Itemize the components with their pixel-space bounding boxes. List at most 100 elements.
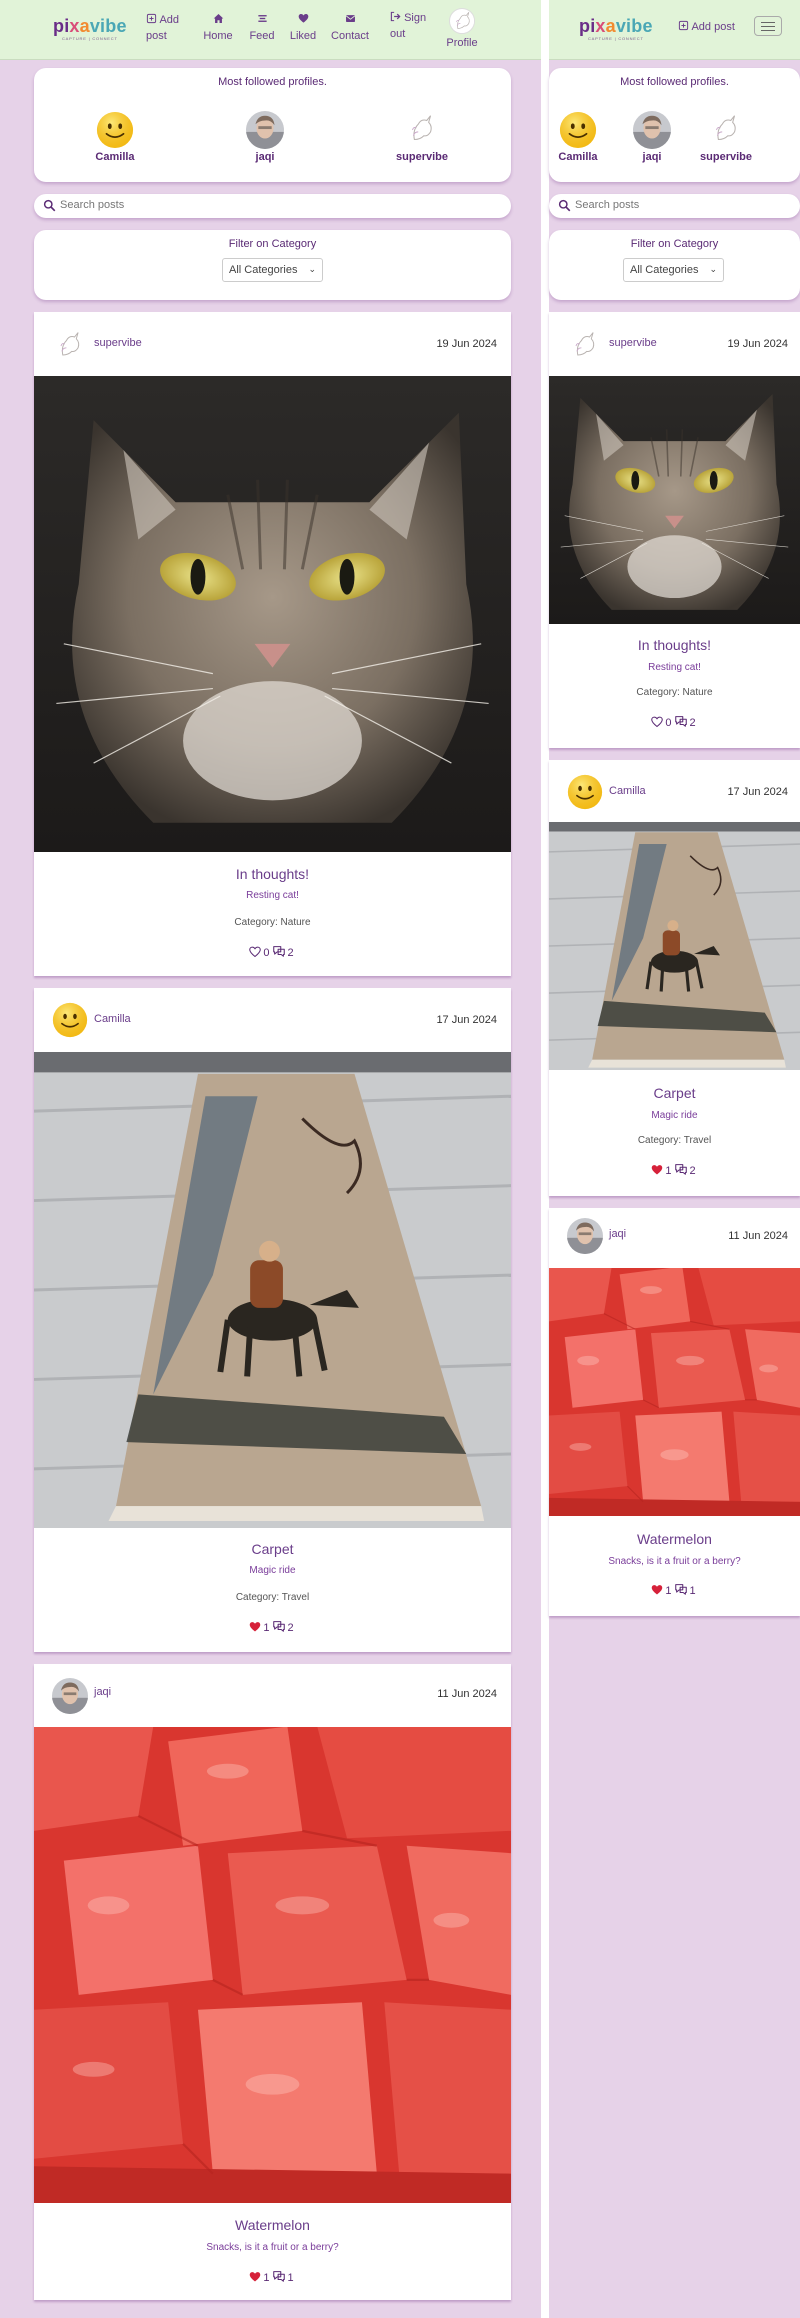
comment-count: 1: [689, 1585, 696, 1597]
followed-profile[interactable]: supervibe: [382, 111, 462, 163]
post-card: jaqi 11 Jun 2024 Watermelon Snacks, is i…: [549, 1208, 800, 1616]
profile-name: jaqi: [642, 151, 662, 163]
post-username[interactable]: jaqi: [609, 1228, 626, 1240]
avatar: [707, 111, 745, 149]
comment-icon[interactable]: [674, 1582, 688, 1596]
post-date: 19 Jun 2024: [727, 338, 788, 350]
post-card: Camilla 17 Jun 2024 Carpet Magic ride Ca…: [34, 988, 511, 1652]
brand-logo[interactable]: pixavibe CAPTURE | CONNECT: [53, 17, 127, 41]
mobile-view: pixavibe CAPTURE | CONNECT Add post Most…: [541, 0, 800, 2318]
profile-name: supervibe: [396, 151, 448, 163]
post-username[interactable]: Camilla: [94, 1013, 131, 1025]
filter-title: Filter on Category: [228, 238, 317, 250]
post-username[interactable]: Camilla: [609, 785, 646, 797]
search-input[interactable]: [60, 199, 442, 211]
nav-sign-out[interactable]: Sign out: [390, 10, 432, 42]
post-stats: 02: [549, 714, 800, 729]
navbar: pixavibe CAPTURE | CONNECT Add post Home…: [0, 0, 541, 60]
post-title: In thoughts!: [235, 866, 310, 882]
followed-profile[interactable]: Camilla: [75, 111, 155, 163]
profile-name: jaqi: [255, 151, 275, 163]
comment-icon[interactable]: [272, 1619, 286, 1633]
plus-square-icon: [146, 13, 157, 24]
post-username[interactable]: jaqi: [94, 1686, 111, 1698]
category-select-value: All Categories: [229, 264, 298, 276]
brand-tagline: CAPTURE | CONNECT: [61, 36, 118, 41]
avatar[interactable]: [567, 1218, 603, 1254]
post-card: supervibe 19 Jun 2024 In thoughts! Resti…: [34, 312, 511, 976]
heart-icon[interactable]: [651, 716, 663, 728]
avatar[interactable]: [52, 1002, 88, 1038]
avatar[interactable]: [52, 1678, 88, 1714]
post-date: 11 Jun 2024: [437, 1688, 497, 1700]
nav-liked[interactable]: Liked: [286, 12, 320, 44]
search-input[interactable]: [575, 199, 776, 211]
comment-icon[interactable]: [674, 714, 688, 728]
heart-icon[interactable]: [249, 2271, 261, 2283]
search-bar: [34, 194, 511, 218]
post-image[interactable]: [549, 1268, 800, 1516]
heart-icon[interactable]: [651, 1584, 663, 1596]
post-image[interactable]: [549, 376, 800, 624]
envelope-icon: [345, 13, 356, 24]
post-title: Watermelon: [235, 2217, 310, 2233]
nav-add-post-label: Add post: [691, 21, 735, 33]
post-image[interactable]: [34, 376, 511, 852]
avatar[interactable]: [52, 328, 88, 364]
post-stats: 11: [549, 1582, 800, 1597]
post-description: Resting cat!: [246, 890, 299, 901]
search-icon: [558, 199, 571, 212]
heart-icon[interactable]: [249, 946, 261, 958]
followed-profile[interactable]: jaqi: [612, 111, 692, 163]
post-category: Category: Travel: [235, 1592, 310, 1603]
filter-title: Filter on Category: [630, 238, 719, 250]
post-image[interactable]: [34, 1052, 511, 1528]
nav-contact[interactable]: Contact: [330, 12, 370, 44]
profile-avatar: [449, 8, 475, 34]
nav-add-post[interactable]: Add post: [678, 19, 748, 35]
avatar[interactable]: [567, 774, 603, 810]
comment-count: 2: [689, 717, 696, 729]
comment-icon[interactable]: [272, 2269, 286, 2283]
avatar[interactable]: [567, 328, 603, 364]
comment-icon[interactable]: [272, 944, 286, 958]
category-select[interactable]: All Categories ⌄: [222, 258, 323, 282]
comment-icon[interactable]: [674, 1162, 688, 1176]
brand-logo[interactable]: pixavibe CAPTURE | CONNECT: [579, 17, 653, 41]
followed-profile[interactable]: jaqi: [225, 111, 305, 163]
category-select[interactable]: All Categories ⌄: [623, 258, 724, 282]
followed-profile[interactable]: Camilla: [538, 111, 618, 163]
like-count: 1: [665, 1165, 672, 1177]
followed-profiles-card: Most followed profiles. Camilla jaqi sup…: [549, 68, 800, 182]
like-count: 1: [263, 2272, 270, 2284]
nav-profile[interactable]: Profile: [440, 8, 484, 55]
hamburger-icon[interactable]: [754, 16, 782, 36]
post-image[interactable]: [34, 1727, 511, 2203]
category-select-value: All Categories: [630, 264, 699, 276]
like-count: 0: [263, 947, 270, 959]
profile-name: supervibe: [700, 151, 752, 163]
post-description: Snacks, is it a fruit or a berry?: [608, 1556, 741, 1567]
followed-profile[interactable]: supervibe: [686, 111, 766, 163]
nav-home[interactable]: Home: [200, 12, 236, 44]
brand-tagline: CAPTURE | CONNECT: [587, 36, 644, 41]
heart-icon: [298, 13, 309, 24]
nav-liked-label: Liked: [289, 30, 317, 42]
post-title: Watermelon: [637, 1531, 712, 1547]
post-title: Carpet: [653, 1085, 696, 1101]
navbar: pixavibe CAPTURE | CONNECT Add post: [549, 0, 800, 60]
category-filter-card: Filter on Category All Categories ⌄: [34, 230, 511, 300]
like-count: 1: [665, 1585, 672, 1597]
post-username[interactable]: supervibe: [94, 337, 142, 349]
chevron-down-icon: ⌄: [308, 264, 316, 274]
desktop-view: pixavibe CAPTURE | CONNECT Add post Home…: [0, 0, 541, 2318]
post-username[interactable]: supervibe: [609, 337, 657, 349]
nav-feed[interactable]: Feed: [246, 12, 278, 44]
heart-icon[interactable]: [651, 1164, 663, 1176]
chevron-down-icon: ⌄: [709, 264, 717, 274]
heart-icon[interactable]: [249, 1621, 261, 1633]
nav-feed-label: Feed: [249, 30, 275, 42]
post-title: In thoughts!: [637, 637, 712, 653]
nav-add-post[interactable]: Add post: [146, 12, 186, 44]
post-image[interactable]: [549, 822, 800, 1070]
